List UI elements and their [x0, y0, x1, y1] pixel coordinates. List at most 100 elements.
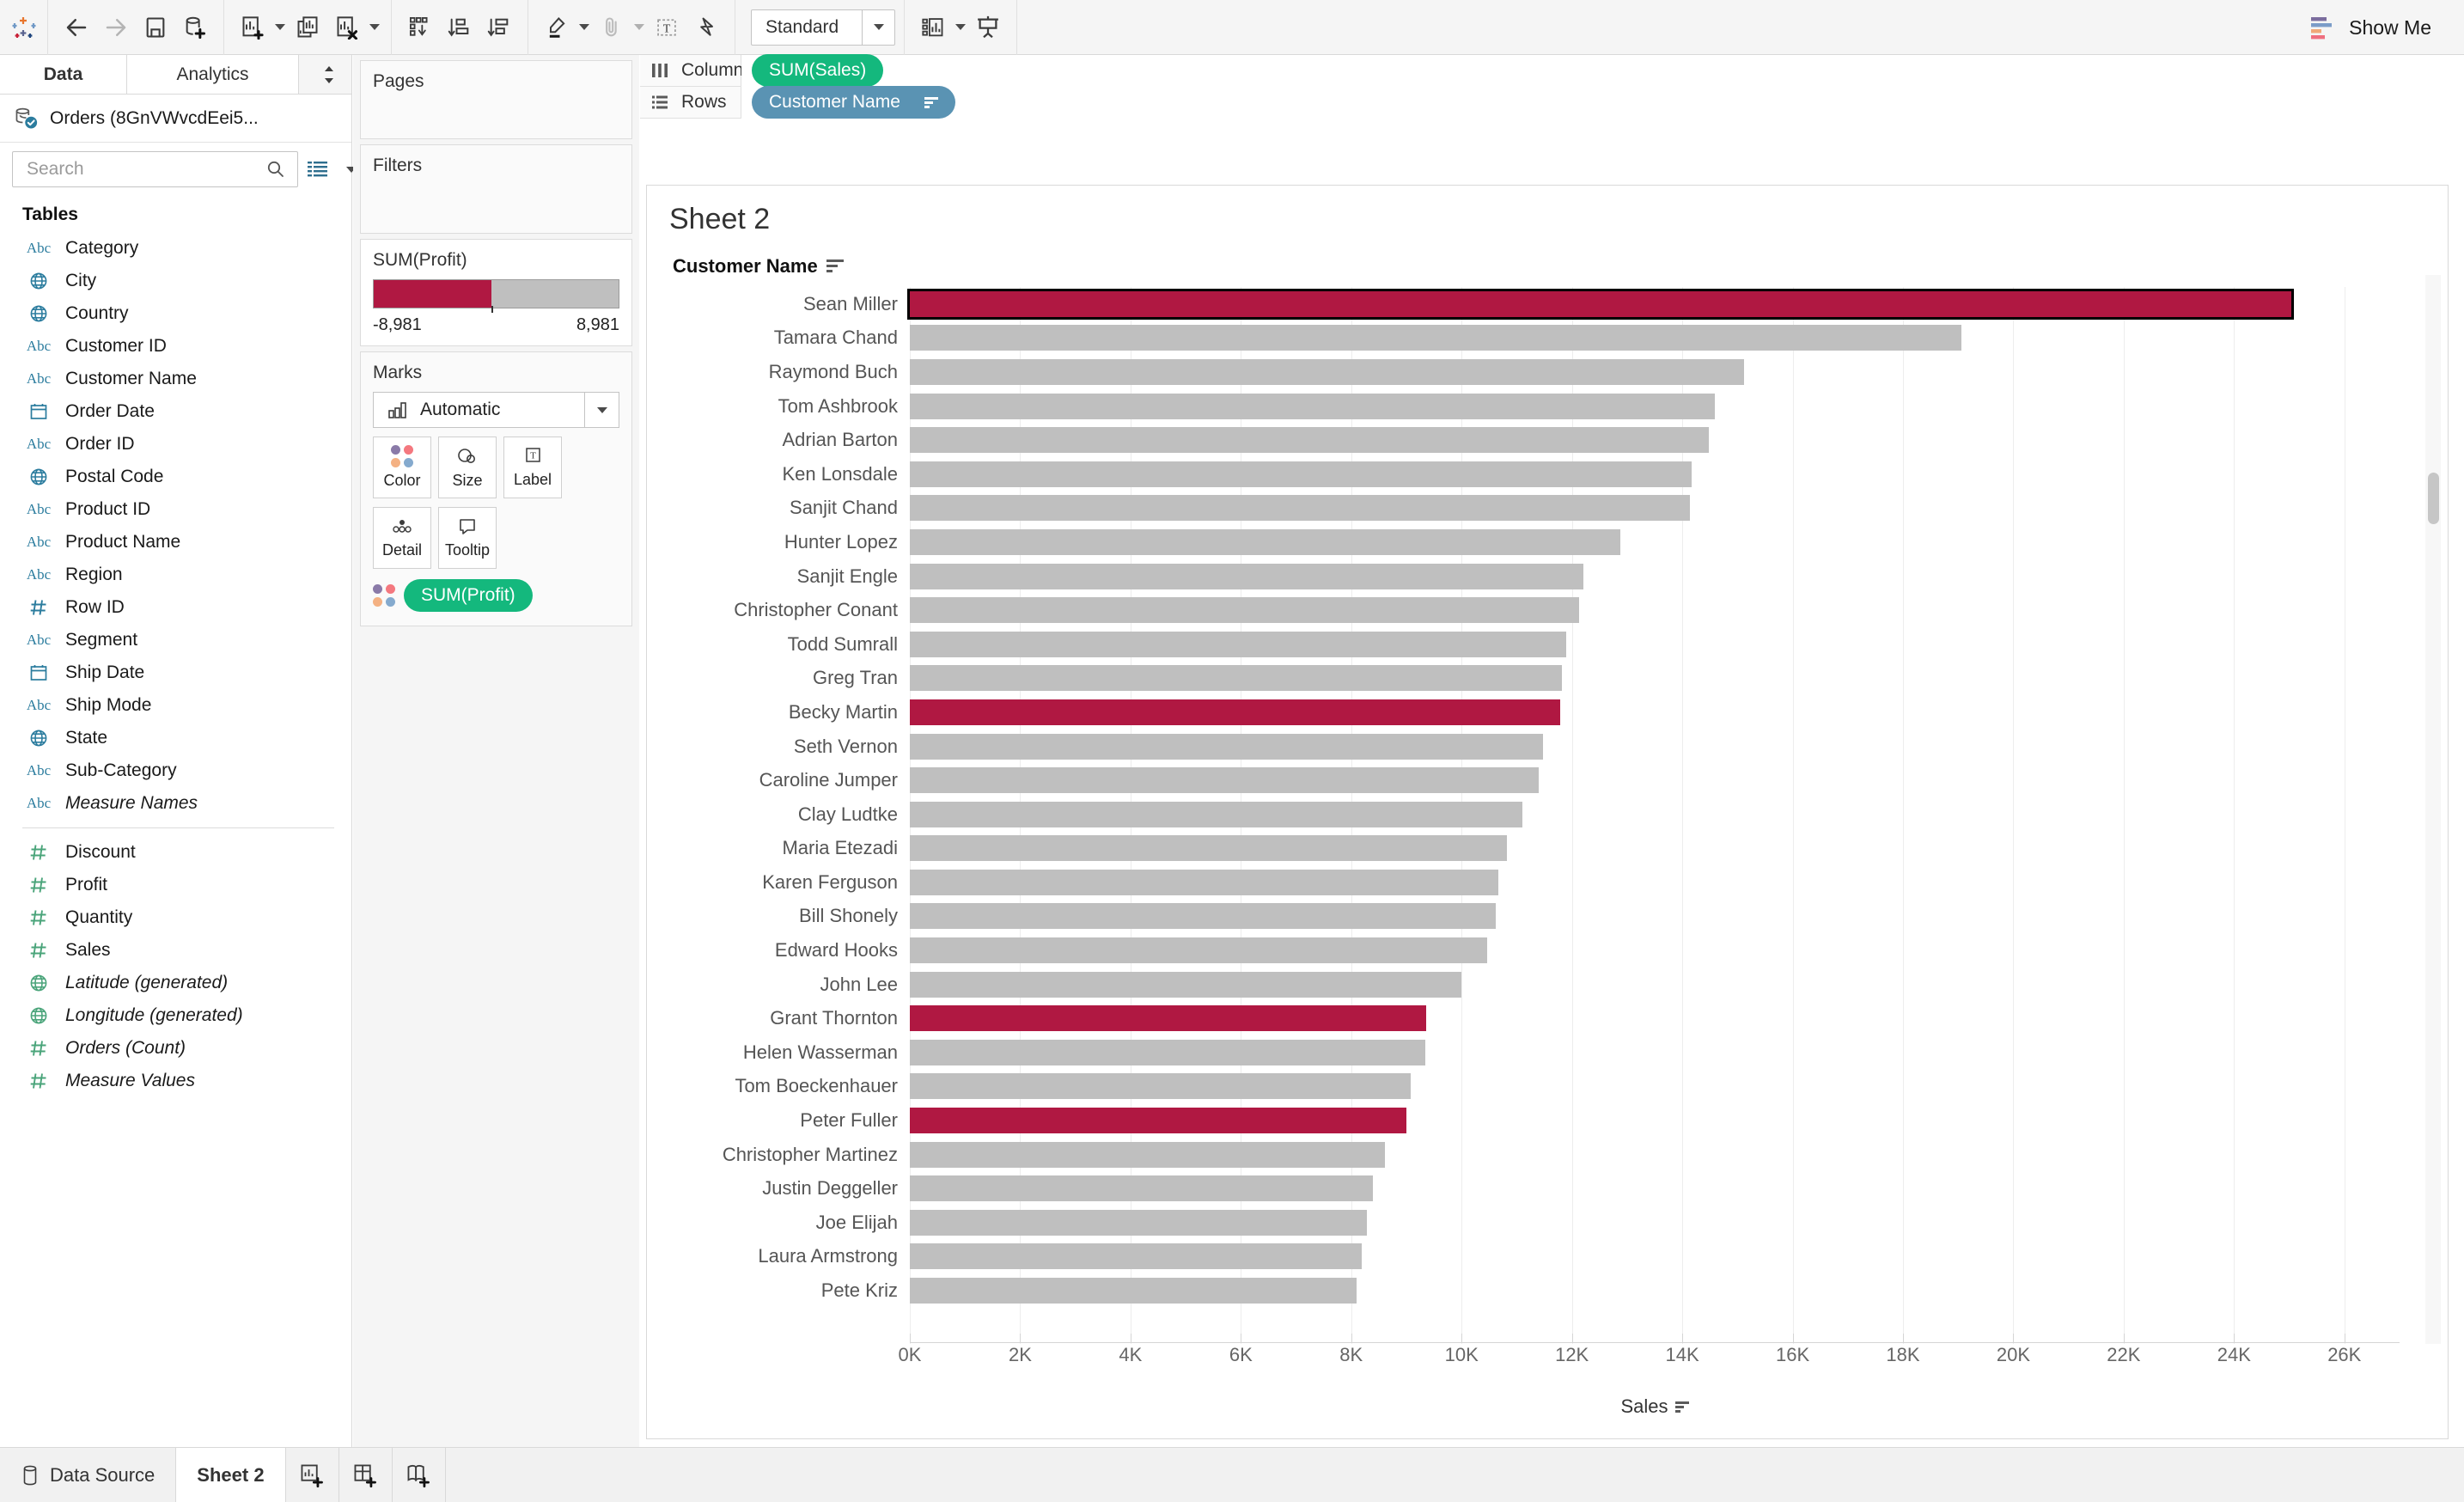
bar-mark[interactable]: [910, 631, 1566, 657]
row-label[interactable]: Justin Deggeller: [647, 1171, 910, 1206]
field-item[interactable]: Quantity: [0, 901, 351, 934]
highlighter-menu-caret[interactable]: [576, 8, 592, 47]
row-label[interactable]: Todd Sumrall: [647, 627, 910, 662]
paperclip-icon[interactable]: [592, 8, 631, 47]
row-header-title[interactable]: Customer Name: [647, 236, 2448, 278]
sheet-tab-sheet-2[interactable]: Sheet 2: [176, 1448, 286, 1502]
sort-icon[interactable]: [924, 96, 938, 108]
row-label[interactable]: Grant Thornton: [647, 1001, 910, 1035]
chevron-down-icon[interactable]: [584, 393, 619, 427]
field-item[interactable]: Abc Category: [0, 232, 351, 265]
row-label[interactable]: Sanjit Chand: [647, 492, 910, 526]
field-item[interactable]: Row ID: [0, 591, 351, 624]
bar-mark[interactable]: [910, 1039, 1425, 1065]
bar-mark[interactable]: [910, 1141, 1385, 1168]
bar-mark[interactable]: [910, 358, 1744, 385]
bar-mark[interactable]: [910, 1108, 1406, 1134]
field-item[interactable]: Abc Product ID: [0, 493, 351, 526]
bar-mark[interactable]: [910, 1005, 1427, 1032]
rows-shelf-drop-area[interactable]: Customer Name: [741, 86, 2464, 119]
row-label[interactable]: Maria Etezadi: [647, 832, 910, 866]
row-label[interactable]: Hunter Lopez: [647, 525, 910, 559]
presentation-icon[interactable]: [968, 8, 1008, 47]
pill-sum-sales[interactable]: SUM(Sales): [752, 54, 884, 87]
bar-mark[interactable]: [910, 597, 1579, 624]
row-label[interactable]: Seth Vernon: [647, 730, 910, 764]
tab-data[interactable]: Data: [0, 55, 127, 94]
sort-icon[interactable]: [826, 259, 844, 273]
bar-mark[interactable]: [910, 699, 1561, 725]
field-item[interactable]: Postal Code: [0, 461, 351, 493]
row-label[interactable]: Greg Tran: [647, 662, 910, 696]
swap-axes-icon[interactable]: [400, 8, 440, 47]
scroll-thumb[interactable]: [2428, 473, 2439, 524]
tooltip-button[interactable]: Tooltip: [438, 507, 497, 569]
row-label[interactable]: John Lee: [647, 968, 910, 1002]
sort-asc-icon[interactable]: [440, 8, 479, 47]
bar-mark[interactable]: [910, 427, 1709, 454]
rows-shelf[interactable]: Rows Customer Name: [640, 86, 2464, 119]
tab-analytics[interactable]: Analytics: [127, 55, 299, 94]
search-icon[interactable]: [261, 155, 290, 184]
bar-mark[interactable]: [910, 1073, 1411, 1100]
new-story-icon[interactable]: [393, 1448, 446, 1502]
vertical-scrollbar[interactable]: [2425, 275, 2441, 1344]
field-item[interactable]: Orders (Count): [0, 1032, 351, 1065]
color-button[interactable]: Color: [373, 437, 431, 498]
marks-card[interactable]: Marks Automatic Color Size T Label Detai…: [360, 351, 632, 626]
duplicate-sheet-button[interactable]: [288, 8, 327, 47]
bar-mark[interactable]: [910, 733, 1543, 760]
highlighter-icon[interactable]: [537, 8, 576, 47]
row-label[interactable]: Adrian Barton: [647, 423, 910, 457]
bar-mark[interactable]: [910, 1278, 1357, 1304]
detail-button[interactable]: Detail: [373, 507, 431, 569]
field-item[interactable]: Abc Customer Name: [0, 363, 351, 395]
row-label[interactable]: Tamara Chand: [647, 321, 910, 356]
pages-card[interactable]: Pages: [360, 60, 632, 139]
cards-menu-caret[interactable]: [953, 8, 968, 47]
bar-mark[interactable]: [910, 1243, 1362, 1270]
bar-mark[interactable]: [910, 495, 1691, 522]
row-label[interactable]: Bill Shonely: [647, 900, 910, 934]
bar-mark[interactable]: [906, 288, 2295, 320]
bar-mark[interactable]: [910, 528, 1620, 555]
field-item[interactable]: Abc Product Name: [0, 526, 351, 559]
size-button[interactable]: Size: [438, 437, 497, 498]
bar-mark[interactable]: [910, 801, 1523, 827]
field-item[interactable]: Abc Order ID: [0, 428, 351, 461]
bar-mark[interactable]: [910, 767, 1539, 794]
field-item[interactable]: Latitude (generated): [0, 967, 351, 999]
marks-pill-sum-profit[interactable]: SUM(Profit): [404, 579, 533, 612]
new-data-source-button[interactable]: [175, 8, 215, 47]
clear-sheet-menu-caret[interactable]: [367, 8, 382, 47]
data-source-tab[interactable]: Data Source: [0, 1448, 177, 1502]
text-label-icon[interactable]: T: [647, 8, 686, 47]
bar-mark[interactable]: [910, 971, 1461, 998]
field-item[interactable]: Abc Ship Mode: [0, 689, 351, 722]
pushpin-icon[interactable]: [686, 8, 726, 47]
bar-mark[interactable]: [910, 665, 1563, 692]
color-legend-card[interactable]: SUM(Profit) -8,981 8,981: [360, 239, 632, 346]
data-source-item[interactable]: Orders (8GnVWvcdEei5...: [0, 95, 351, 143]
back-button[interactable]: [57, 8, 96, 47]
bar-mark[interactable]: [910, 461, 1692, 487]
field-item[interactable]: Profit: [0, 869, 351, 901]
bar-mark[interactable]: [910, 325, 1961, 351]
filters-card[interactable]: Filters: [360, 144, 632, 234]
field-item[interactable]: Discount: [0, 836, 351, 869]
field-item[interactable]: Order Date: [0, 395, 351, 428]
row-label[interactable]: Becky Martin: [647, 695, 910, 730]
row-label[interactable]: Sanjit Engle: [647, 559, 910, 594]
new-worksheet-icon[interactable]: [286, 1448, 339, 1502]
row-label[interactable]: Karen Ferguson: [647, 865, 910, 900]
field-item[interactable]: Measure Values: [0, 1065, 351, 1097]
row-label[interactable]: Christopher Conant: [647, 593, 910, 627]
fit-dropdown[interactable]: Standard: [751, 9, 895, 46]
bar-mark[interactable]: [910, 835, 1507, 862]
new-worksheet-button[interactable]: [233, 8, 272, 47]
show-me-button[interactable]: Show Me: [2296, 0, 2445, 55]
tableau-logo-icon[interactable]: [0, 0, 48, 55]
row-label[interactable]: Tom Boeckenhauer: [647, 1070, 910, 1104]
row-label[interactable]: Caroline Jumper: [647, 763, 910, 797]
field-item[interactable]: Abc Measure Names: [0, 787, 351, 820]
